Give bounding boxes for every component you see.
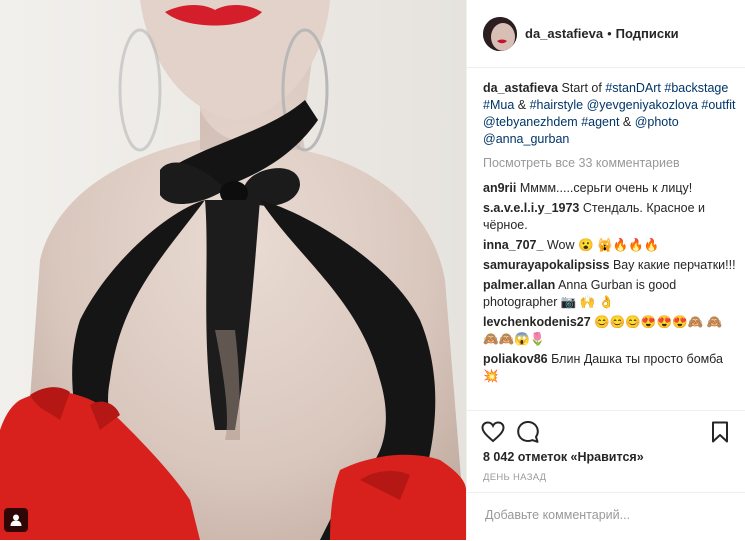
mention-link[interactable]: @yevgeniyakozlova [587, 98, 698, 112]
post-image [0, 0, 466, 540]
comment-author[interactable]: s.a.v.e.l.i.y_1973 [483, 201, 579, 215]
caption-text: Start of [561, 81, 606, 95]
caption-author[interactable]: da_astafieva [483, 81, 558, 95]
post-side-panel: da_astafieva • Подписки da_astafieva Sta… [466, 0, 745, 540]
comment-bubble-icon[interactable] [515, 419, 541, 445]
hashtag-link[interactable]: #Mua [483, 98, 514, 112]
avatar[interactable] [483, 16, 517, 51]
list-item: an9rii Мммм.....серьги очень к лицу! [483, 180, 737, 197]
person-silhouette-icon [10, 514, 22, 526]
comment-author[interactable]: levchenkodenis27 [483, 315, 591, 329]
list-item: samurayapokalipsiss Вау какие перчатки!!… [483, 257, 737, 274]
mention-link[interactable]: @anna_gurban [483, 132, 569, 146]
heart-icon[interactable] [480, 419, 506, 445]
post-timestamp[interactable]: ДЕНЬ НАЗАД [483, 472, 546, 483]
comment-author[interactable]: an9rii [483, 181, 516, 195]
bookmark-icon-svg [712, 421, 728, 443]
list-item: levchenkodenis27 😊😊😊😍😍😍🙈 🙈🙈🙈😱🌷 [483, 314, 737, 348]
hashtag-link[interactable]: #hairstyle [530, 98, 584, 112]
list-item: poliakov86 Блин Дашка ты просто бомба 💥 [483, 351, 737, 385]
list-item: palmer.allan Anna Gurban is good photogr… [483, 277, 737, 311]
likes-count[interactable]: 8 042 отметок «Нравится» [483, 450, 644, 464]
comment-bubble-icon-svg [517, 421, 539, 443]
caption: da_astafieva Start of #stanDArt #backsta… [483, 80, 737, 148]
list-item: inna_707_ Wow 😮 🙀🔥🔥🔥 [483, 237, 737, 254]
caption-text: & [619, 115, 635, 129]
header-username[interactable]: da_astafieva [525, 26, 603, 41]
following-button[interactable]: Подписки [616, 26, 679, 41]
post-photo[interactable] [0, 0, 466, 540]
comment-author[interactable]: poliakov86 [483, 352, 548, 366]
action-bar [467, 410, 745, 451]
view-all-comments-link[interactable]: Посмотреть все 33 комментариев [483, 155, 737, 172]
hashtag-link[interactable]: #backstage [664, 81, 728, 95]
comments-list: da_astafieva Start of #stanDArt #backsta… [483, 80, 737, 410]
hashtag-link[interactable]: #stanDArt [605, 81, 661, 95]
post-header: da_astafieva • Подписки [467, 0, 745, 68]
comment-text: Вау какие перчатки!!! [612, 258, 736, 272]
hashtag-link[interactable]: #outfit [701, 98, 735, 112]
comment-text: Wow 😮 🙀🔥🔥🔥 [546, 238, 660, 252]
hashtag-link[interactable]: #agent [581, 115, 619, 129]
comment-author[interactable]: palmer.allan [483, 278, 555, 292]
mention-link[interactable]: @tebyanezhdem [483, 115, 578, 129]
comment-author[interactable]: samurayapokalipsiss [483, 258, 609, 272]
list-item: s.a.v.e.l.i.y_1973 Стендаль. Красное и ч… [483, 200, 737, 234]
avatar-image [483, 16, 517, 51]
user-tag-icon[interactable] [4, 508, 28, 532]
instagram-post-view: da_astafieva • Подписки da_astafieva Sta… [0, 0, 745, 540]
add-comment-area [467, 492, 745, 541]
bookmark-icon[interactable] [707, 419, 733, 445]
comment-text: Мммм.....серьги очень к лицу! [519, 181, 693, 195]
caption-text: & [514, 98, 530, 112]
header-separator: • [607, 26, 612, 41]
mention-link[interactable]: @photo [635, 115, 679, 129]
add-comment-input[interactable] [483, 507, 727, 523]
comment-author[interactable]: inna_707_ [483, 238, 543, 252]
heart-icon-svg [481, 421, 505, 443]
